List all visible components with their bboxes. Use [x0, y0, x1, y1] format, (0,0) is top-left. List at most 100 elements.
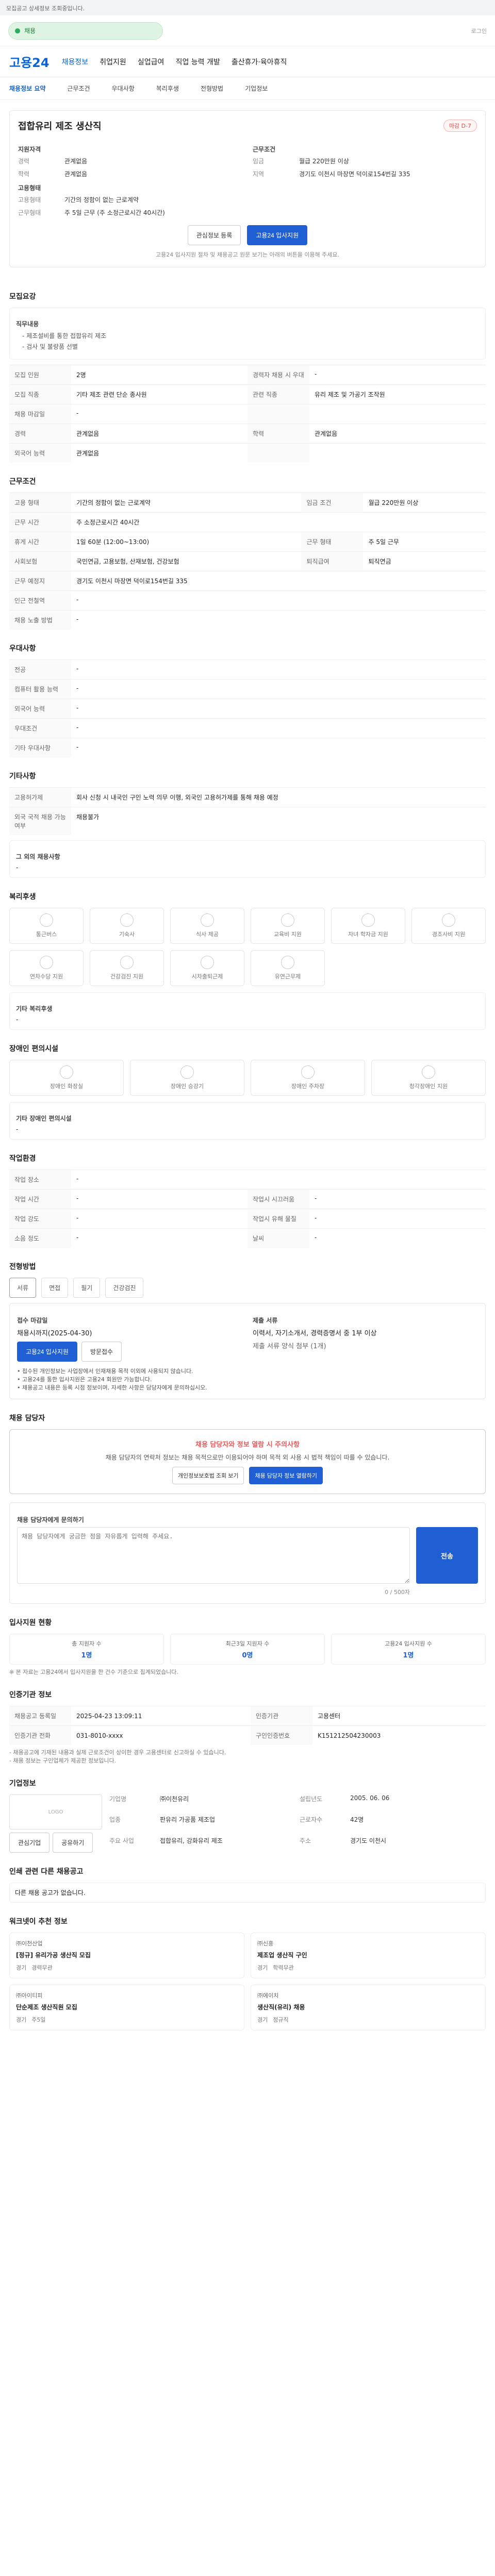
table-head: 소음 정도	[9, 1228, 71, 1248]
process-tab-3[interactable]: 건강검진	[105, 1278, 144, 1298]
duty-item: - 제조설비를 통한 접합유리 제조	[22, 332, 107, 340]
summary-title-row: 접합유리 제조 생산직 마감 D-7	[18, 119, 477, 132]
process-tabs: 서류 면접 필기 건강검진	[9, 1278, 486, 1298]
job-meta-item: 경기	[257, 1964, 268, 1971]
qna-box: 채용 담당자에게 문의하기 0 / 500자 전송	[9, 1502, 486, 1604]
section-title: 인쇄 관련 다른 채용공고	[9, 1868, 84, 1876]
table-cell: -	[71, 659, 486, 680]
job-card[interactable]: ㈜이천산업 [정규] 유리가공 생산직 모집 경기 경력무관	[9, 1933, 244, 1978]
section-title: 우대사항	[9, 645, 36, 653]
process-tab-2[interactable]: 필기	[73, 1278, 101, 1298]
job-card[interactable]: ㈜신흥 제조업 생산직 구인 경기 학력무관	[251, 1933, 486, 1978]
company-v: 판유리 가공품 제조업	[160, 1816, 215, 1824]
kv-k: 학력	[18, 171, 30, 178]
nav-item-4[interactable]: 출산휴가·육아휴직	[232, 58, 287, 66]
section-title: 워크넷이 추천 정보	[9, 1918, 68, 1926]
table-head: 작업시 유해 물질	[248, 1209, 309, 1229]
alert-buttons: 개인정보보호법 조회 보기 채용 담당자 정보 열람하기	[19, 1467, 476, 1484]
notice-text: 모집공고 상세정보 조회중입니다.	[6, 5, 85, 12]
kv-v: 관계없음	[64, 158, 88, 165]
qna-submit-button[interactable]: 전송	[416, 1527, 478, 1584]
section-title: 장애인 편의시설	[9, 1045, 59, 1053]
site-logo[interactable]: 고용24	[9, 53, 50, 71]
subnav-item-2[interactable]: 우대사항	[112, 84, 135, 93]
company-v: 42명	[350, 1816, 364, 1824]
table-head	[248, 443, 309, 463]
duties-list: - 제조설비를 통한 접합유리 제조 - 검사 및 불량품 선별	[22, 331, 479, 351]
section-title: 채용 담당자	[9, 1414, 45, 1422]
subnav-item-3[interactable]: 복리후생	[156, 84, 179, 93]
stat-label: 최근3일 지원자 수	[225, 1640, 270, 1647]
disability-other: 기타 장애인 편의시설 -	[9, 1102, 486, 1140]
table-cell: -	[71, 1189, 248, 1209]
subnav-item-5[interactable]: 기업정보	[245, 84, 268, 93]
subnav-item-1[interactable]: 근무조건	[67, 84, 90, 93]
visit-apply-button[interactable]: 방문접수	[81, 1342, 122, 1362]
kv-v: 경기도 이천시 마장면 덕이로154번길 335	[299, 171, 410, 178]
job-meta: 경기 정규직	[257, 2015, 479, 2024]
section-work-conditions: 근무조건 고용 형태 기간의 정함이 없는 근로계약 임금 조건 월급 220만…	[9, 476, 486, 630]
stat-value: 0명	[242, 1651, 253, 1659]
table-cell: -	[71, 404, 248, 424]
staggered-hours-icon	[201, 956, 214, 969]
status-note: ※ 본 자료는 고용24에서 입사지원을 한 건수 기준으로 집계되었습니다.	[9, 1669, 178, 1675]
table-cell: 기타 제조 관련 단순 종사원	[71, 384, 248, 404]
company-k: 업종	[109, 1816, 121, 1824]
nav-item-1[interactable]: 취업지원	[100, 58, 126, 66]
job-company: ㈜아이티피	[16, 1992, 43, 1999]
company-kv: 기업명 ㈜이천유리 설립년도 2005. 06. 06 업종 판유리 가공품 제…	[109, 1794, 486, 1853]
privacy-law-button[interactable]: 개인정보보호법 조회 보기	[172, 1467, 244, 1484]
nav-item-3[interactable]: 직업 능력 개발	[176, 58, 220, 66]
kv-k: 고용형태	[18, 196, 41, 204]
table-head: 작업 강도	[9, 1209, 71, 1229]
table-cell	[309, 443, 486, 463]
save-button[interactable]: 관심정보 등록	[187, 225, 241, 245]
table-head: 모집 인원	[9, 365, 71, 385]
qna-textarea[interactable]	[17, 1527, 410, 1584]
subnav-item-0[interactable]: 채용정보 요약	[9, 84, 45, 93]
section-title: 작업환경	[9, 1155, 36, 1163]
info-cell: 고용센터	[312, 1706, 486, 1726]
section-company: 기업정보 LOGO 관심기업 공유하기 기업명 ㈜이천유리 설립년도 2005.…	[9, 1778, 486, 1853]
subnav: 채용정보 요약 근무조건 우대사항 복리후생 전형방법 기업정보	[0, 77, 495, 100]
view-contact-button[interactable]: 채용 담당자 정보 열람하기	[249, 1467, 323, 1484]
apply-deadline-value: 채용시까지(2025-04-30)	[17, 1330, 92, 1337]
company-buttons: 관심기업 공유하기	[9, 1833, 102, 1853]
qna-row: 0 / 500자 전송	[17, 1527, 478, 1596]
table-cell: -	[71, 679, 486, 699]
job-company: ㈜이천산업	[16, 1940, 43, 1947]
apply-button[interactable]: 고용24 입사지원	[247, 225, 308, 245]
nav-item-2[interactable]: 실업급여	[138, 58, 164, 66]
table-cell: 주 소정근로시간 40시간	[71, 512, 486, 532]
apply-button-secondary[interactable]: 고용24 입사지원	[17, 1342, 77, 1362]
job-card[interactable]: ㈜아이티피 단순제조 생산직원 모집 경기 주5일	[9, 1985, 244, 2030]
section-welfare: 복리후생 통근버스 기숙사 식사 제공 교육비 지원 자녀 학자금 지원 경조사…	[9, 891, 486, 1030]
icon-label: 장애인 화장실	[50, 1083, 84, 1090]
list-item-empty: 다른 채용 공고가 없습니다.	[15, 1889, 86, 1896]
process-tab-0[interactable]: 서류	[9, 1278, 37, 1298]
process-note: • 고용24를 통한 입사지원은 고용24 회원만 가능합니다.	[17, 1376, 152, 1383]
job-meta-item: 경기	[16, 1964, 27, 1971]
table-cell: -	[309, 1209, 486, 1229]
company-k: 근로자수	[300, 1816, 323, 1824]
process-tab-1[interactable]: 면접	[41, 1278, 69, 1298]
favorite-company-button[interactable]: 관심기업	[9, 1833, 50, 1853]
disability-toilet-icon: 장애인 화장실	[9, 1060, 124, 1096]
table-cell: 1일 60분 (12:00~13:00)	[71, 532, 302, 552]
kv-k: 임금	[253, 158, 265, 165]
annual-leave-icon	[40, 956, 53, 969]
table-cell: 국민연금, 고용보험, 산재보험, 건강보험	[71, 551, 302, 571]
welfare-icons: 통근버스 기숙사 식사 제공 교육비 지원 자녀 학자금 지원 경조사비 지원 …	[9, 908, 486, 986]
job-card[interactable]: ㈜에이치 생산직(유리) 채용 경기 정규직	[251, 1985, 486, 2030]
table-head: 작업 시간	[9, 1189, 71, 1209]
bus-icon	[40, 913, 53, 927]
share-button[interactable]: 공유하기	[53, 1833, 93, 1853]
table-head: 외국어 능력	[9, 443, 71, 463]
others-note-value: -	[16, 864, 19, 871]
status-stats: 총 지원자 수 1명 최근3일 지원자 수 0명 고용24 입사지원 수 1명	[9, 1634, 486, 1665]
section-recruit-overview: 모집요강 직무내용 - 제조설비를 통한 접합유리 제조 - 검사 및 불량품 …	[9, 291, 486, 463]
promo-dot	[15, 28, 20, 33]
subnav-item-4[interactable]: 전형방법	[201, 84, 223, 93]
job-title: 접합유리 제조 생산직	[18, 121, 102, 132]
nav-item-0[interactable]: 채용정보	[62, 58, 89, 66]
